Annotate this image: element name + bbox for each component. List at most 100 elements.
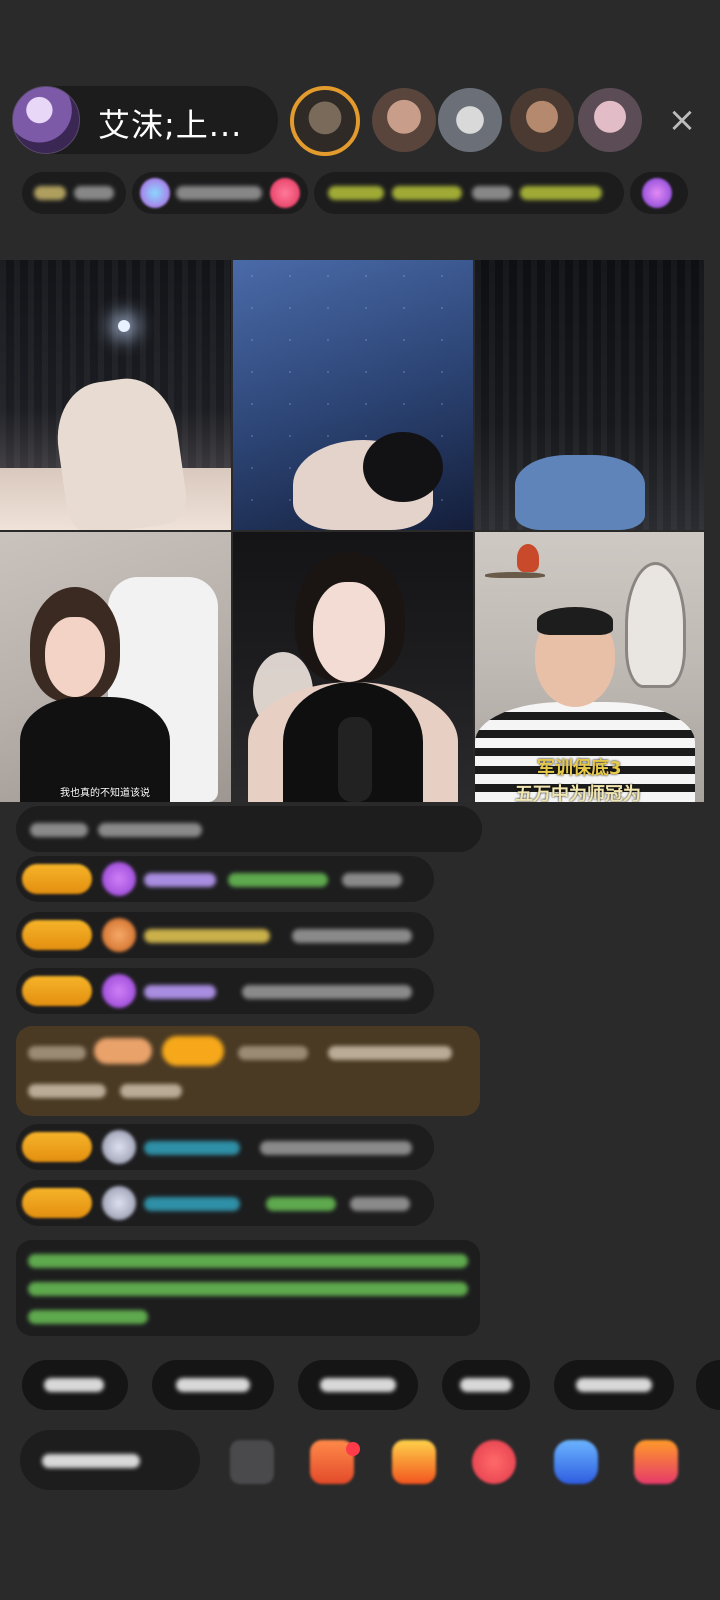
quick-reply-chip[interactable]: [554, 1360, 674, 1410]
door: [625, 562, 686, 688]
chat-username: [144, 929, 270, 943]
message-icon[interactable]: [554, 1440, 598, 1484]
chat-message[interactable]: [16, 806, 482, 852]
chat-text: [120, 1084, 182, 1098]
stream-tile-6[interactable]: 军训保底3 五万中为师冠为: [475, 532, 704, 802]
fan-badge: [22, 864, 92, 894]
lamp-light: [118, 320, 130, 332]
video-grid: 我也真的不知道该说 军训保底3 五万中为师冠为: [0, 260, 704, 802]
performer-hair: [363, 432, 443, 502]
fan-badge: [22, 976, 92, 1006]
chat-text: [238, 1046, 308, 1060]
stream-tile-2[interactable]: [233, 260, 473, 530]
stream-caption: 我也真的不知道该说: [60, 788, 150, 799]
activity-text-2: [392, 186, 462, 200]
host-name: 艾沫;上...: [98, 106, 243, 144]
chat-text: [30, 823, 88, 837]
quick-reply-text: [320, 1378, 396, 1392]
level-gem-icon: [102, 974, 136, 1008]
stream-caption-line2: 五万中为师冠为: [515, 784, 641, 802]
host-info-pill[interactable]: 艾沫;上...: [12, 86, 278, 154]
chat-text: [28, 1084, 106, 1098]
chat-target: [228, 873, 328, 887]
stream-tile-3[interactable]: [475, 260, 704, 530]
quick-reply-chip[interactable]: [442, 1360, 530, 1410]
quick-reply-text: [460, 1378, 512, 1392]
highlight-chat-message[interactable]: [16, 1026, 480, 1116]
chat-text: [98, 823, 202, 837]
wall-shelf: [485, 572, 545, 578]
chat-text: [350, 1197, 410, 1211]
chat-username: [144, 873, 216, 887]
quick-reply-chip[interactable]: [22, 1360, 128, 1410]
hot-chip[interactable]: [132, 172, 308, 214]
stream-tile-4[interactable]: 我也真的不知道该说: [0, 532, 231, 802]
notice-text-line-1: [28, 1254, 468, 1268]
notice-text-line-2: [28, 1282, 468, 1296]
fan-badge: [94, 1038, 152, 1064]
notice-text-line-3: [28, 1310, 148, 1324]
host-avatar[interactable]: [12, 86, 80, 154]
stream-tile-1[interactable]: [0, 260, 231, 530]
performer-face: [45, 617, 105, 697]
level-gem-icon: [102, 1186, 136, 1220]
gift-icon: [642, 178, 672, 208]
quick-reply-text: [44, 1378, 104, 1392]
chat-message[interactable]: [16, 1180, 434, 1226]
chat-text: [292, 929, 412, 943]
chat-message[interactable]: [16, 856, 434, 902]
chat-text: [328, 1046, 452, 1060]
chat-text: [242, 985, 412, 999]
viewer-avatar-4[interactable]: [510, 88, 574, 152]
chat-message[interactable]: [16, 912, 434, 958]
viewer-avatar-3[interactable]: [438, 88, 502, 152]
comment-placeholder: [42, 1454, 140, 1468]
more-chip[interactable]: [630, 172, 688, 214]
performer-jeans: [515, 455, 645, 530]
quick-reply-chip[interactable]: [298, 1360, 418, 1410]
performer-hair: [537, 607, 613, 635]
stream-caption-line1: 军训保底3: [537, 758, 622, 779]
rank-icon: [34, 186, 66, 200]
activity-text-1: [328, 186, 384, 200]
stream-tile-5[interactable]: [233, 532, 473, 802]
chat-text: [260, 1141, 412, 1155]
activity-text-4: [520, 186, 602, 200]
viewer-avatar-2[interactable]: [372, 88, 436, 152]
quick-reply-text: [176, 1378, 250, 1392]
chat-username: [28, 1046, 86, 1060]
chat-username: [144, 1141, 240, 1155]
rank-chip[interactable]: [22, 172, 126, 214]
fan-badge: [22, 1132, 92, 1162]
chat-message[interactable]: [16, 968, 434, 1014]
level-gem-icon: [102, 862, 136, 896]
comment-input[interactable]: [20, 1430, 200, 1490]
chat-username: [144, 985, 216, 999]
quick-reply-text: [576, 1378, 652, 1392]
rank-text: [74, 186, 114, 200]
heart-icon: [270, 178, 300, 208]
chat-username: [144, 1197, 240, 1211]
level-gem-icon: [102, 918, 136, 952]
viewer-avatar-1[interactable]: [290, 86, 360, 156]
role-badge: [162, 1036, 224, 1066]
quick-reply-chip[interactable]: [152, 1360, 274, 1410]
activity-text-3: [472, 186, 512, 200]
hot-icon: [140, 178, 170, 208]
emoji-icon[interactable]: [230, 1440, 274, 1484]
shelf-item: [517, 544, 539, 572]
microphone: [338, 717, 372, 802]
viewer-avatar-5[interactable]: [578, 88, 642, 152]
chat-target: [266, 1197, 336, 1211]
performer-face: [313, 582, 385, 682]
system-notice: [16, 1240, 480, 1336]
quick-reply-chip[interactable]: [696, 1360, 720, 1410]
gift-icon[interactable]: [634, 1440, 678, 1484]
notification-dot: [346, 1442, 360, 1456]
gift-box-icon[interactable]: [392, 1440, 436, 1484]
close-button[interactable]: ×: [664, 102, 700, 138]
level-gem-icon: [102, 1130, 136, 1164]
activity-chip[interactable]: [314, 172, 624, 214]
chat-message[interactable]: [16, 1124, 434, 1170]
game-icon[interactable]: [472, 1440, 516, 1484]
